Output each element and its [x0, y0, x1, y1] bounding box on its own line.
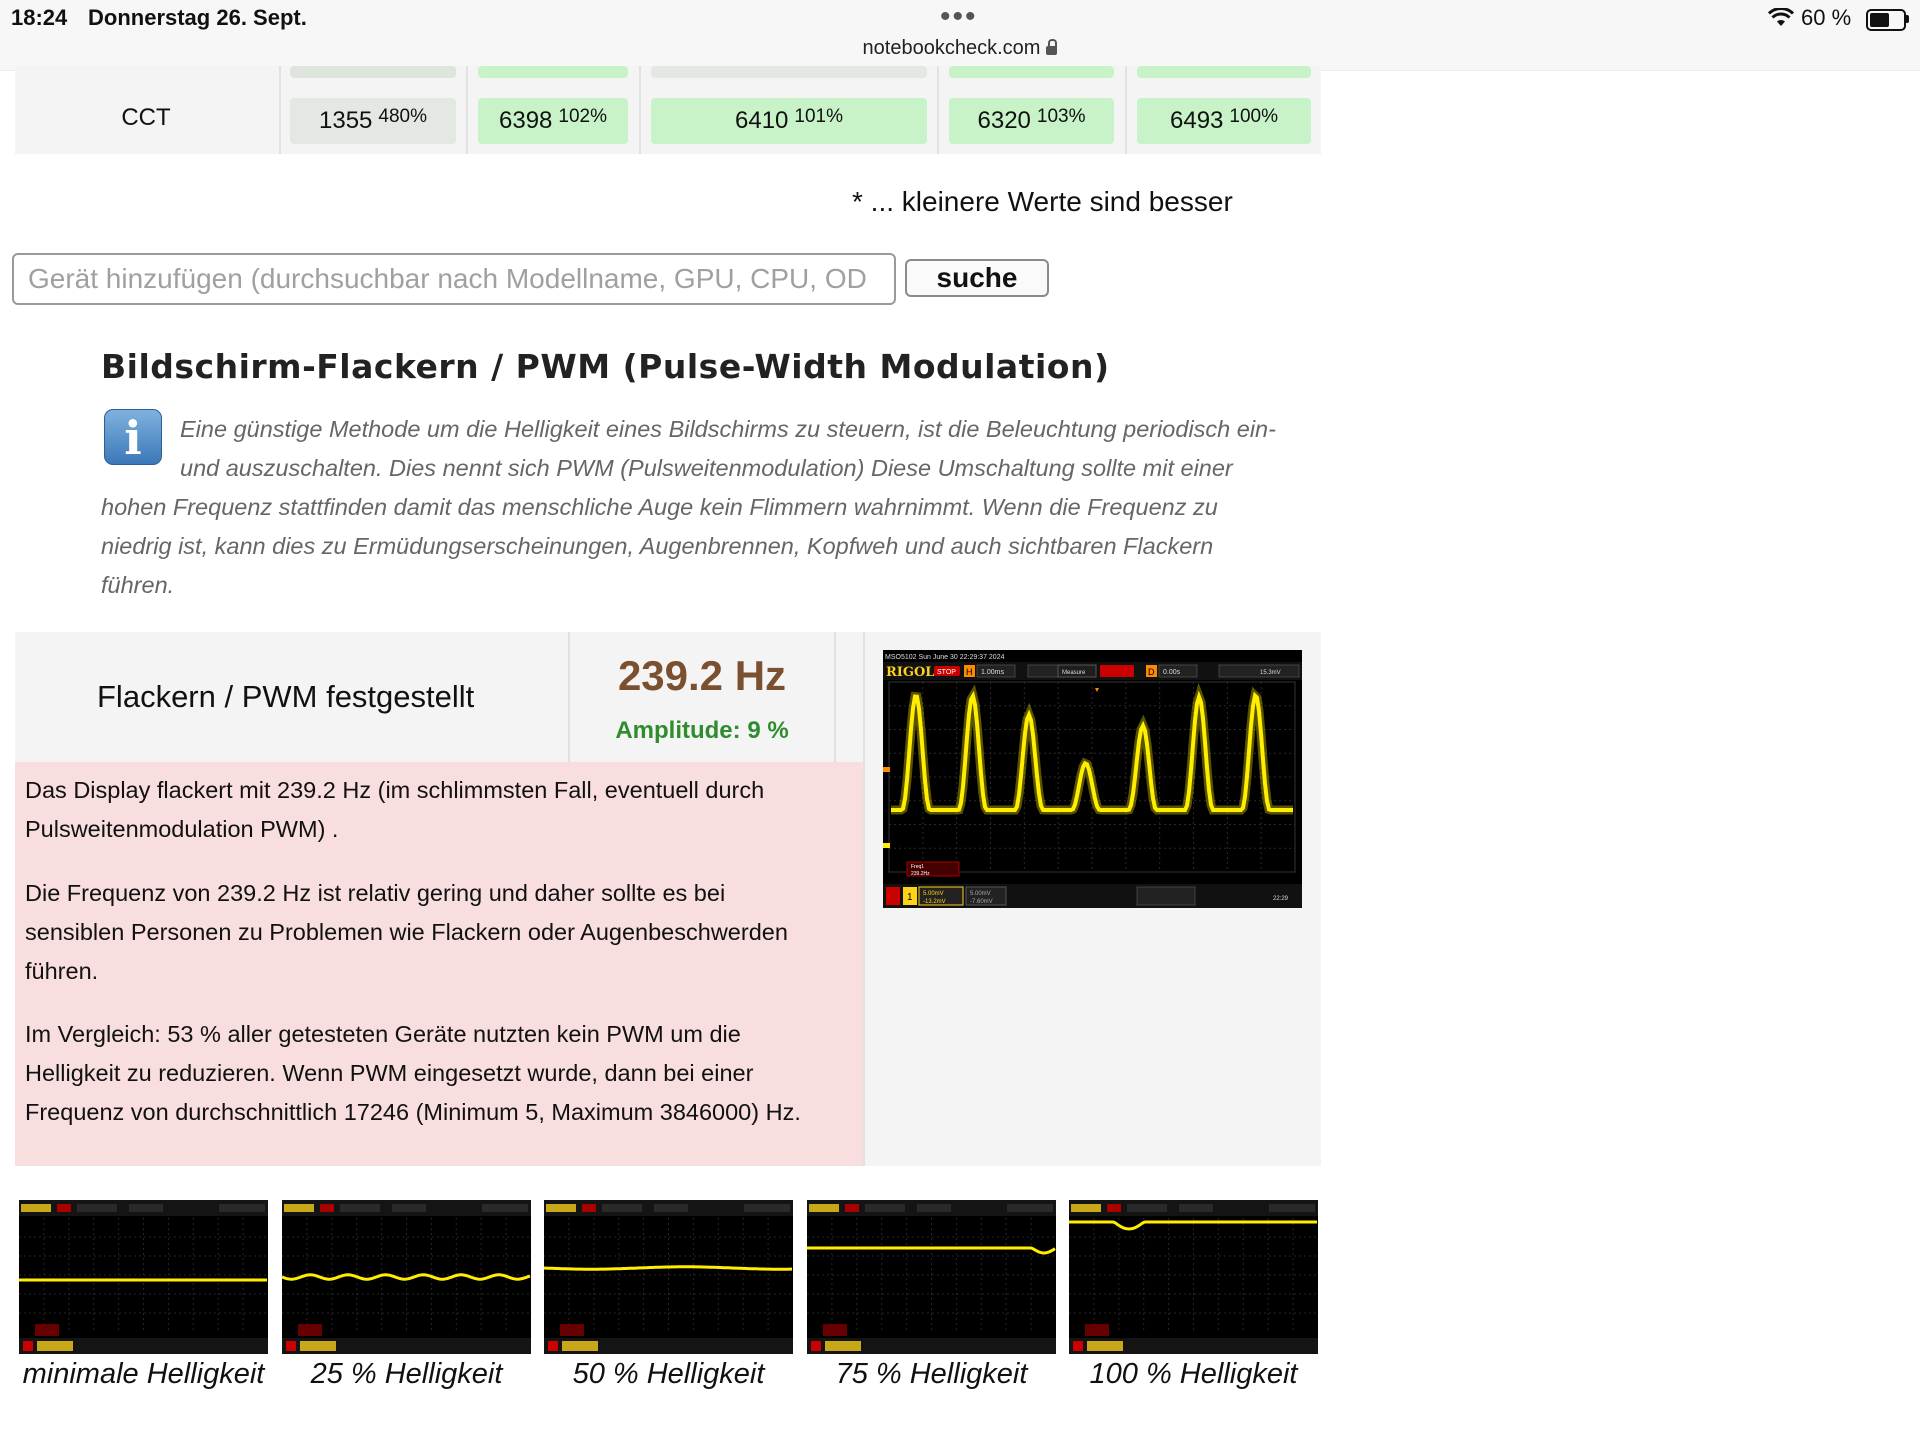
pwm-frequency: 239.2 Hz — [617, 652, 787, 699]
table-divider — [1125, 66, 1127, 154]
svg-text:D: D — [1148, 667, 1155, 677]
cct-percent: 101% — [794, 106, 843, 127]
scope-ch1-offset: -13.2mV — [923, 899, 946, 905]
cct-cell: 6320 103% — [949, 98, 1114, 144]
scope-thumbnail-min[interactable] — [19, 1200, 268, 1354]
pwm-amplitude: Amplitude: 9 % — [615, 717, 789, 744]
panel-divider — [834, 632, 836, 762]
scope-trigger-offset: 0.00s — [1163, 669, 1181, 676]
status-time: 18:24 — [11, 5, 68, 30]
status-date: Donnerstag 26. Sept. — [88, 5, 307, 30]
description-line: führen. — [25, 958, 99, 984]
scope-ch2-scale: 5.00mV — [970, 891, 991, 897]
search-button[interactable]: suche — [905, 259, 1049, 297]
flicker-status-label: Flackern / PWM festgestellt — [97, 679, 475, 714]
cct-cell: 6493 100% — [1137, 98, 1311, 144]
cct-value: 6398 — [499, 107, 553, 134]
cct-value: 6493 — [1170, 107, 1224, 134]
scope-thumbnail-50[interactable] — [543, 1200, 793, 1354]
cct-cell: 1355 480% — [290, 98, 456, 144]
oscilloscope-screenshot[interactable]: MSO5102 Sun June 30 22:29:37 2024 RIGOL … — [883, 650, 1302, 908]
info-text-line: führen. — [101, 572, 175, 598]
cct-value: 1355 — [319, 107, 373, 134]
footnote: * ... kleinere Werte sind besser — [852, 186, 1233, 217]
thumbnail-caption: 75 % Helligkeit — [835, 1358, 1028, 1390]
wifi-icon — [1768, 8, 1794, 26]
thumbnail-caption: minimale Helligkeit — [22, 1358, 265, 1390]
cct-value: 6410 — [735, 107, 789, 134]
info-text-line: und auszuschalten. Dies nennt sich PWM (… — [180, 455, 1233, 481]
svg-text:1: 1 — [907, 892, 913, 903]
scope-clock: 22:29 — [1273, 896, 1289, 902]
cct-cell: 6410 101% — [651, 98, 927, 144]
cct-cell: 6398 102% — [478, 98, 628, 144]
device-search-input[interactable] — [14, 255, 894, 303]
thumbnail-caption: 25 % Helligkeit — [310, 1358, 503, 1390]
description-line: Die Frequenz von 239.2 Hz ist relativ ge… — [25, 880, 726, 906]
panel-divider — [863, 632, 865, 1166]
table-cell — [290, 66, 456, 78]
description-line: Pulsweitenmodulation PWM) . — [25, 816, 339, 842]
table-divider — [279, 66, 281, 154]
description-line: Frequenz von durchschnittlich 17246 (Min… — [25, 1099, 801, 1125]
battery-tip — [1906, 15, 1909, 23]
cct-percent: 103% — [1036, 106, 1086, 127]
thumbnail-caption: 100 % Helligkeit — [1089, 1358, 1298, 1390]
scope-thumbnail-100[interactable] — [1069, 1200, 1318, 1354]
scope-stop-badge: STOP — [937, 669, 956, 676]
battery-percent: 60 % — [1801, 5, 1852, 30]
table-cell — [478, 66, 628, 78]
status-bar: 18:24 Donnerstag 26. Sept. ••• notebookc… — [0, 0, 1920, 71]
scope-timebase: 1.00ms — [981, 669, 1004, 676]
description-line: sensiblen Personen zu Problemen wie Flac… — [25, 919, 788, 945]
table-cell — [1137, 66, 1311, 78]
cct-percent: 480% — [378, 106, 427, 127]
scope-brand-logo: RIGOL — [886, 665, 934, 680]
scope-ch1-scale: 5.00mV — [923, 891, 944, 897]
device-search-field[interactable] — [12, 253, 896, 305]
svg-text:H: H — [966, 667, 973, 677]
scope-freq-label: Freq1 — [911, 864, 924, 870]
table-divider — [937, 66, 939, 154]
multitasking-dots-icon[interactable]: ••• — [940, 0, 978, 34]
cct-value: 6320 — [977, 107, 1031, 134]
scope-header-text: MSO5102 Sun June 30 22:29:37 2024 — [885, 654, 1005, 661]
table-cell — [651, 66, 927, 78]
battery-icon — [1866, 9, 1906, 31]
url-text: notebookcheck.com — [862, 37, 1041, 59]
scope-ch2-offset: -7.60mV — [970, 899, 993, 905]
scope-freq-value: 239.2Hz — [911, 871, 930, 877]
info-text-line: Eine günstige Methode um die Helligkeit … — [180, 416, 1276, 442]
section-title: Bildschirm-Flackern / PWM (Pulse-Width M… — [101, 347, 1110, 386]
info-text-line: hohen Frequenz stattfinden damit das men… — [101, 494, 1218, 520]
thumbnail-caption: 50 % Helligkeit — [572, 1358, 765, 1390]
table-divider — [639, 66, 641, 154]
table-divider — [466, 66, 468, 154]
lock-icon — [1046, 39, 1058, 55]
info-icon: i — [104, 409, 162, 465]
cct-row-label: CCT — [121, 104, 171, 131]
scope-thumbnail-75[interactable] — [807, 1200, 1056, 1354]
table-cell — [949, 66, 1114, 78]
info-text-line: niedrig ist, kann dies zu Ermüdungsersch… — [101, 533, 1214, 559]
scope-thumbnail-25[interactable] — [281, 1200, 531, 1354]
battery-level — [1870, 13, 1890, 27]
scope-measure-label: Measure — [1062, 670, 1086, 676]
scope-trigger-level: 15.3mV — [1260, 670, 1281, 676]
description-line: Im Vergleich: 53 % aller getesteten Gerä… — [25, 1021, 741, 1047]
description-line: Helligkeit zu reduzieren. Wenn PWM einge… — [25, 1060, 754, 1086]
description-line: Das Display flackert mit 239.2 Hz (im sc… — [25, 777, 765, 803]
url-bar[interactable]: notebookcheck.com — [0, 37, 1920, 60]
cct-percent: 100% — [1229, 106, 1278, 127]
cct-percent: 102% — [558, 106, 607, 127]
